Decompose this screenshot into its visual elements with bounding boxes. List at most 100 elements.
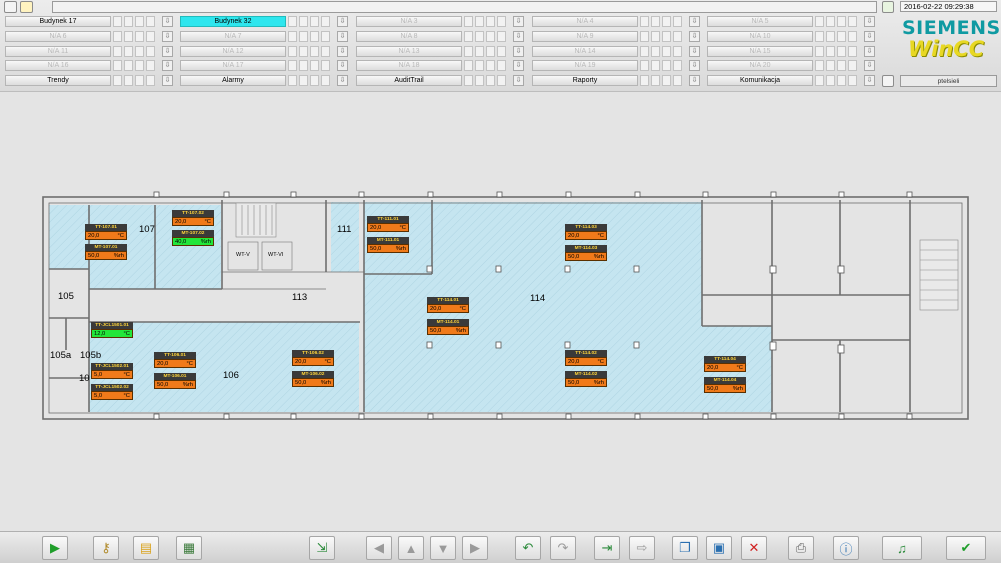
sensor-name: TT-107.02: [172, 210, 214, 217]
left-arrow-button[interactable]: ◀: [366, 536, 392, 560]
sensor-name: MT-106.02: [292, 371, 334, 378]
delete-icon: ✕: [748, 540, 760, 555]
sensor-tag-tt111_01[interactable]: TT-111.01 20,0 °C: [367, 216, 409, 232]
sensor-tag-mt107_01[interactable]: MT-107.01 50,0 %rh: [85, 244, 127, 260]
forward-button[interactable]: ⇨: [629, 536, 655, 560]
redo-button[interactable]: ↷: [550, 536, 576, 560]
sensor-tag-tt114_04[interactable]: TT-114.04 20,0 °C: [704, 356, 746, 372]
room-label-114: 114: [530, 293, 546, 304]
room-label-111: 111: [337, 224, 352, 235]
save-button[interactable]: ▣: [706, 536, 732, 560]
sensor-unit: °C: [459, 306, 466, 312]
sensor-value-box: 20,0 °C: [565, 231, 607, 240]
sensor-tag-ttjcl1501[interactable]: TT-JCL1501.01 12,0 °C: [91, 322, 133, 338]
sensor-value-box: 40,0 %rh: [172, 237, 214, 246]
sensor-unit: °C: [597, 233, 604, 239]
sensor-value: 50,0: [157, 382, 169, 388]
sensor-value: 20,0: [568, 233, 580, 239]
sensor-tag-mt106_01[interactable]: MT-106.01 50,0 %rh: [154, 373, 196, 389]
sensor-tag-tt114_03[interactable]: TT-114.03 20,0 °C: [565, 224, 607, 240]
sensor-unit: °C: [324, 359, 331, 365]
sensor-tag-mt107_02[interactable]: MT-107.02 40,0 %rh: [172, 230, 214, 246]
undo-icon: ↶: [522, 540, 534, 555]
sensor-unit: °C: [736, 365, 743, 371]
sensor-name: TT-106.01: [154, 352, 196, 359]
sensor-tag-ttjcl1502_02[interactable]: TT-JCL1502.02 5,0 °C: [91, 384, 133, 400]
sensor-value-box: 5,0 °C: [91, 370, 133, 379]
sensor-value-box: 5,0 °C: [91, 391, 133, 400]
sensor-value: 5,0: [94, 372, 103, 378]
sensor-value-box: 50,0 %rh: [565, 378, 607, 387]
export-button[interactable]: ⇲: [309, 536, 335, 560]
play-button[interactable]: ▶: [42, 536, 68, 560]
sensor-value-box: 12,0 °C: [91, 329, 133, 338]
export-icon: ⇲: [316, 540, 328, 555]
sensor-value-box: 50,0 %rh: [292, 378, 334, 387]
sensor-value: 12,0: [94, 331, 106, 337]
room-label-106: 106: [223, 370, 239, 381]
acknowledge-button[interactable]: ✔: [946, 536, 986, 560]
sensor-name: MT-111.01: [367, 237, 409, 244]
sensor-tag-mt114_04[interactable]: MT-114.04 50,0 %rh: [704, 377, 746, 393]
sensor-value-box: 50,0 %rh: [565, 252, 607, 261]
print-button[interactable]: ⎙: [788, 536, 814, 560]
sensor-value-box: 20,0 °C: [292, 357, 334, 366]
sensor-tag-tt107_02[interactable]: TT-107.02 20,0 °C: [172, 210, 214, 226]
floor-plan: [42, 191, 969, 420]
sensor-value: 20,0: [370, 225, 382, 231]
sensor-tag-mt114_03[interactable]: MT-114.03 50,0 %rh: [565, 245, 607, 261]
sensor-value-box: 20,0 °C: [367, 223, 409, 232]
right-arrow-button[interactable]: ▶: [462, 536, 488, 560]
sensor-tag-mt106_02[interactable]: MT-106.02 50,0 %rh: [292, 371, 334, 387]
sensor-unit: %rh: [113, 253, 124, 259]
sensor-unit: %rh: [395, 246, 406, 252]
sensor-value: 50,0: [295, 380, 307, 386]
sensor-value: 50,0: [568, 380, 580, 386]
folder-button[interactable]: ▤: [133, 536, 159, 560]
sensor-value-box: 50,0 %rh: [704, 384, 746, 393]
sensor-name: MT-107.02: [172, 230, 214, 237]
sensor-value: 50,0: [430, 328, 442, 334]
sensor-value: 20,0: [88, 233, 100, 239]
sensor-unit: °C: [123, 372, 130, 378]
report-button[interactable]: ▦: [176, 536, 202, 560]
sensor-value: 20,0: [707, 365, 719, 371]
sensor-name: MT-106.01: [154, 373, 196, 380]
sensor-unit: °C: [123, 393, 130, 399]
sensor-tag-tt114_02[interactable]: TT-114.02 20,0 °C: [565, 350, 607, 366]
sensor-unit: °C: [186, 361, 193, 367]
sensor-unit: °C: [399, 225, 406, 231]
room-label-10: 10: [79, 373, 90, 384]
info-button[interactable]: ⓘ: [833, 536, 859, 560]
sensor-tag-mt114_02[interactable]: MT-114.02 50,0 %rh: [565, 371, 607, 387]
up-arrow-button[interactable]: ▲: [398, 536, 424, 560]
sensor-tag-tt106_02[interactable]: TT-106.02 20,0 °C: [292, 350, 334, 366]
sensor-name: MT-114.03: [565, 245, 607, 252]
room-label-105: 105: [58, 291, 74, 302]
room-label-105a: 105a: [50, 350, 72, 361]
sensor-value: 20,0: [568, 359, 580, 365]
sensor-value-box: 50,0 %rh: [367, 244, 409, 253]
sensor-name: TT-JCL1502.02: [91, 384, 133, 391]
sensor-tag-mt114_01[interactable]: MT-114.01 50,0 %rh: [427, 319, 469, 335]
key-button[interactable]: ⚷: [93, 536, 119, 560]
sensor-value-box: 50,0 %rh: [154, 380, 196, 389]
sensor-value-box: 50,0 %rh: [427, 326, 469, 335]
undo-button[interactable]: ↶: [515, 536, 541, 560]
sensor-unit: %rh: [732, 386, 743, 392]
import-icon: ⇥: [601, 540, 613, 555]
sensor-tag-mt111_01[interactable]: MT-111.01 50,0 %rh: [367, 237, 409, 253]
delete-button[interactable]: ✕: [741, 536, 767, 560]
sensor-tag-tt106_01[interactable]: TT-106.01 20,0 °C: [154, 352, 196, 368]
sensor-value-box: 20,0 °C: [565, 357, 607, 366]
sensor-tag-tt107_01[interactable]: TT-107.01 20,0 °C: [85, 224, 127, 240]
sensor-value-box: 50,0 %rh: [85, 251, 127, 260]
down-arrow-button[interactable]: ▼: [430, 536, 456, 560]
sound-button[interactable]: ♫: [882, 536, 922, 560]
import-button[interactable]: ⇥: [594, 536, 620, 560]
sensor-tag-ttjcl1502_01[interactable]: TT-JCL1502.01 5,0 °C: [91, 363, 133, 379]
sensor-name: TT-114.01: [427, 297, 469, 304]
sensor-tag-tt114_01[interactable]: TT-114.01 20,0 °C: [427, 297, 469, 313]
forward-icon: ⇨: [636, 540, 648, 555]
copy-button[interactable]: ❐: [672, 536, 698, 560]
